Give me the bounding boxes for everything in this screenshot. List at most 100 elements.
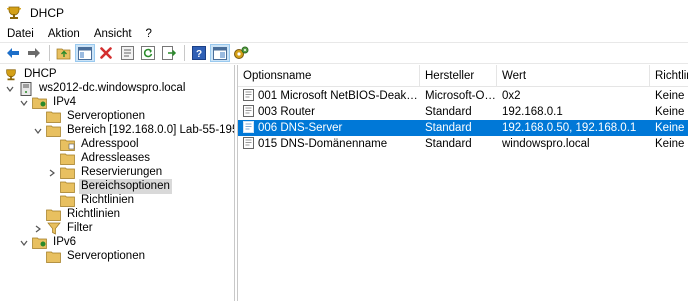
tree-node-dhcp[interactable]: DHCP — [3, 67, 59, 82]
tree-label: Reservierungen — [81, 166, 163, 178]
list-row[interactable]: 015 DNS-Domänenname Standard windowspro.… — [238, 136, 688, 152]
menu-ansicht[interactable]: Ansicht — [87, 27, 139, 41]
chevron-right-icon[interactable] — [47, 165, 57, 180]
tree-label: Richtlinien — [81, 194, 135, 206]
tree-label: Bereich [192.168.0.0] Lab-55-195 — [67, 124, 235, 136]
cell-optionsname: 006 DNS-Server — [238, 120, 420, 136]
menu-help[interactable]: ? — [139, 27, 159, 41]
folder-icon — [46, 109, 62, 124]
tree-node-scope-options[interactable]: Bereichsoptionen — [60, 179, 172, 194]
tree-node-ipv6-server-options[interactable]: Serveroptionen — [46, 249, 147, 264]
tree-node-address-leases[interactable]: Adressleases — [60, 151, 152, 166]
server-icon — [18, 81, 34, 96]
cell-hersteller: Standard — [425, 122, 472, 134]
up-folder-icon[interactable] — [54, 44, 74, 62]
option-name: 003 Router — [258, 106, 315, 118]
list-header: Optionsname Hersteller Wert Richtlinienn… — [238, 65, 688, 87]
cell-hersteller: Microsoft-Opti... — [425, 90, 497, 102]
forward-arrow-icon[interactable] — [24, 44, 44, 62]
tree-label: Bereichsoptionen — [79, 179, 172, 194]
list-row[interactable]: 001 Microsoft NetBIOS-Deaktivierungs... … — [238, 88, 688, 104]
tree-label: IPv4 — [53, 96, 77, 108]
folder-icon — [60, 179, 76, 194]
tree-node-filter[interactable]: Filter — [33, 221, 95, 236]
title-bar: DHCP — [0, 0, 688, 26]
refresh-icon[interactable] — [138, 44, 158, 62]
cell-optionsname: 001 Microsoft NetBIOS-Deaktivierungs... — [238, 88, 420, 104]
chevron-down-icon[interactable] — [33, 123, 43, 138]
folder-icon — [60, 151, 76, 166]
folder-icon — [60, 165, 76, 180]
properties-icon[interactable] — [117, 44, 137, 62]
tree-label: Adressleases — [81, 152, 151, 164]
tree-label: IPv6 — [53, 236, 77, 248]
tree-label: Serveroptionen — [67, 110, 145, 122]
tree-node-reservations[interactable]: Reservierungen — [47, 165, 164, 180]
tree-node-ipv4-server-options[interactable]: Serveroptionen — [46, 109, 147, 124]
cell-wert: 192.168.0.50, 192.168.0.1 — [502, 122, 637, 134]
option-document-icon — [243, 89, 254, 101]
toolbar: ? — [0, 42, 688, 64]
ipv6-folder-icon — [32, 235, 48, 250]
cell-richtlinie: Keine — [655, 106, 685, 118]
tree-node-scope[interactable]: Bereich [192.168.0.0] Lab-55-195 — [33, 123, 235, 138]
back-arrow-icon[interactable] — [3, 44, 23, 62]
cell-richtlinie: Keine — [655, 138, 685, 150]
chevron-down-icon[interactable] — [19, 235, 29, 250]
menu-aktion[interactable]: Aktion — [41, 27, 87, 41]
column-header-wert[interactable]: Wert — [497, 65, 650, 87]
tree-node-ipv6[interactable]: IPv6 — [19, 235, 78, 250]
column-header-hersteller[interactable]: Hersteller — [420, 65, 497, 87]
cell-wert: 0x2 — [502, 90, 521, 102]
chevron-down-icon[interactable] — [5, 81, 15, 96]
ipv4-folder-icon — [32, 95, 48, 110]
column-header-optionsname[interactable]: Optionsname — [238, 65, 420, 87]
list-row-selected[interactable]: 006 DNS-Server Standard 192.168.0.50, 19… — [238, 120, 688, 136]
option-name: 001 Microsoft NetBIOS-Deaktivierungs... — [258, 90, 420, 102]
folder-icon — [46, 249, 62, 264]
cell-hersteller: Standard — [425, 106, 472, 118]
delete-icon[interactable] — [96, 44, 116, 62]
tree-node-server[interactable]: ws2012-dc.windowspro.local — [5, 81, 187, 96]
tree-label: Richtlinien — [67, 208, 121, 220]
toolbar-separator — [49, 45, 50, 61]
cell-hersteller: Standard — [425, 138, 472, 150]
menu-datei[interactable]: Datei — [0, 27, 41, 41]
cell-wert: 192.168.0.1 — [502, 106, 563, 118]
dhcp-trophy-icon — [6, 5, 22, 21]
chevron-right-icon[interactable] — [33, 221, 43, 236]
tree-label: Adresspool — [81, 138, 139, 150]
help-icon[interactable]: ? — [189, 44, 209, 62]
options-list: Optionsname Hersteller Wert Richtlinienn… — [237, 65, 688, 301]
list-row[interactable]: 003 Router Standard 192.168.0.1 Keine — [238, 104, 688, 120]
column-header-richtlinienname[interactable]: Richtlinienname — [650, 65, 688, 87]
folder-icon — [60, 193, 76, 208]
dhcp-server-icon[interactable] — [231, 44, 251, 62]
dhcp-trophy-icon — [3, 67, 19, 82]
chevron-down-icon[interactable] — [19, 95, 29, 110]
tree-label: Filter — [67, 222, 93, 234]
address-pool-icon — [60, 137, 76, 152]
option-document-icon — [243, 137, 254, 149]
cell-richtlinie: Keine — [655, 122, 685, 134]
option-name: 015 DNS-Domänenname — [258, 138, 388, 150]
menu-bar: Datei Aktion Ansicht ? — [0, 26, 688, 42]
tree-node-ipv4[interactable]: IPv4 — [19, 95, 78, 110]
tree-node-address-pool[interactable]: Adresspool — [60, 137, 141, 152]
option-document-icon — [243, 105, 254, 117]
svg-text:?: ? — [196, 49, 202, 60]
details-view-icon[interactable] — [210, 44, 230, 62]
option-name: 006 DNS-Server — [258, 122, 343, 134]
tree-node-policies[interactable]: Richtlinien — [46, 207, 122, 222]
tree-label: DHCP — [24, 68, 57, 80]
tree-label: Serveroptionen — [67, 250, 145, 262]
window-title: DHCP — [30, 6, 65, 20]
cell-wert: windowspro.local — [502, 138, 590, 150]
show-hide-tree-icon[interactable] — [75, 44, 95, 62]
cell-optionsname: 015 DNS-Domänenname — [238, 136, 420, 152]
cell-optionsname: 003 Router — [238, 104, 420, 120]
toolbar-separator — [184, 45, 185, 61]
export-icon[interactable] — [159, 44, 179, 62]
cell-richtlinie: Keine — [655, 90, 685, 102]
tree-node-scope-policies[interactable]: Richtlinien — [60, 193, 136, 208]
